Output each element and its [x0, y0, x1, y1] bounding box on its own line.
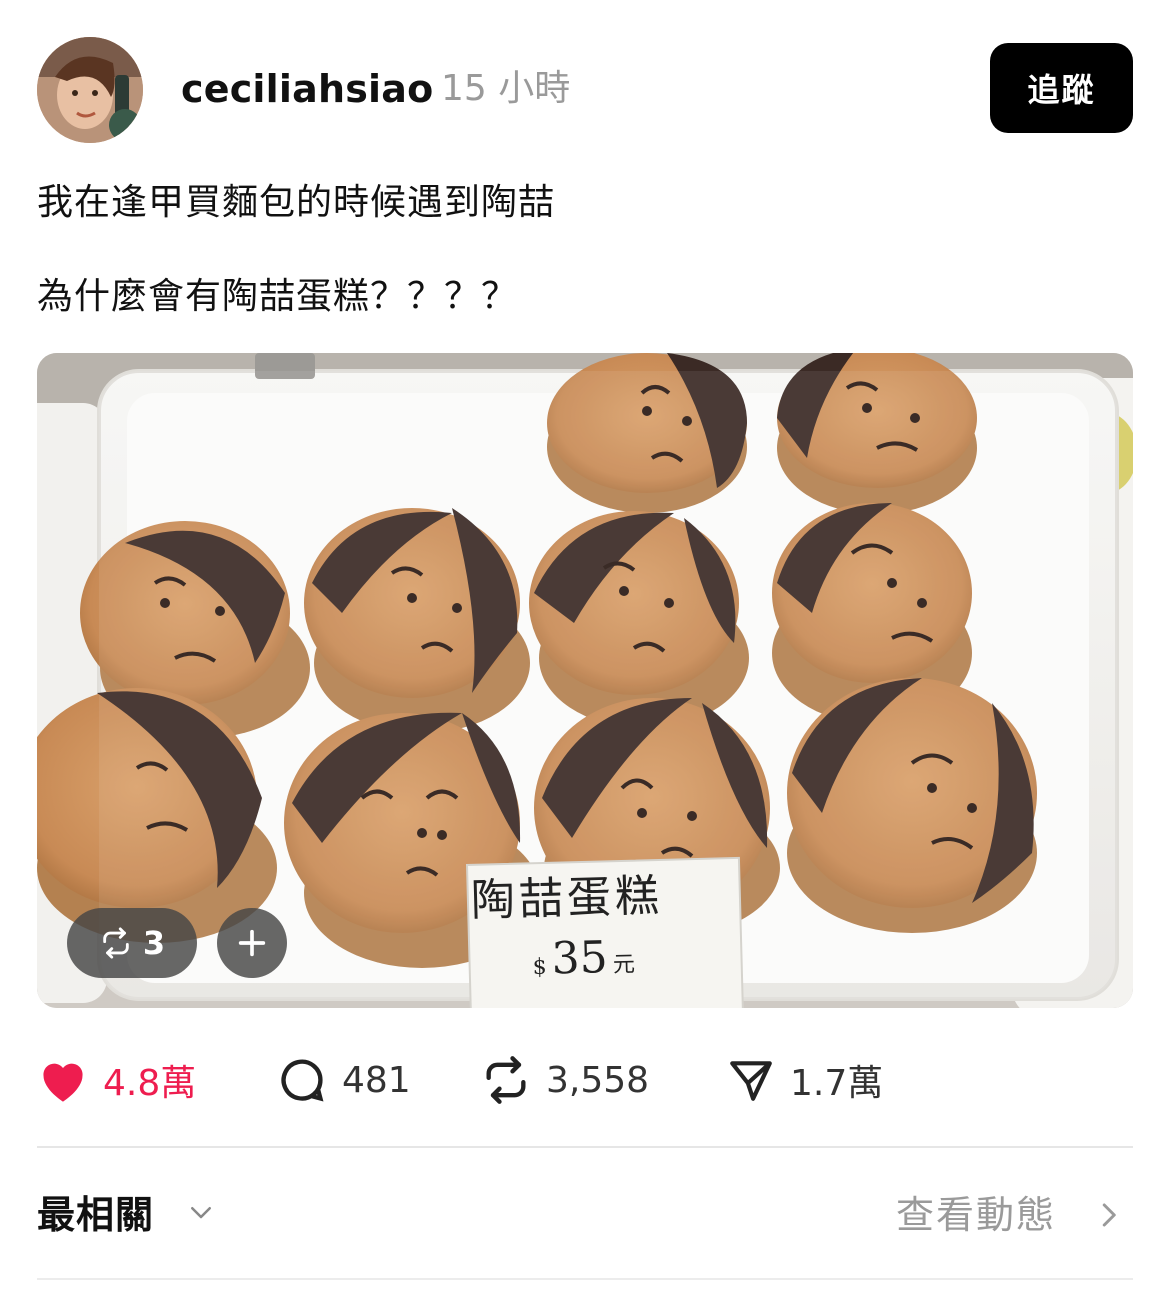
share-count: 1.7萬 — [790, 1063, 884, 1104]
post-text-line-2: 為什麼會有陶喆蛋糕？？？？ — [37, 276, 519, 317]
plus-icon — [235, 926, 269, 960]
comment-icon — [276, 1054, 328, 1106]
avatar[interactable] — [37, 37, 143, 143]
share-button[interactable]: 1.7萬 — [726, 1050, 883, 1110]
sign-title: 陶喆蛋糕 — [470, 870, 664, 927]
sort-dropdown-label[interactable]: 最相關 — [37, 1188, 154, 1242]
sign-price: 35 — [550, 931, 609, 985]
view-activity-link[interactable]: 查看動態 — [896, 1188, 1056, 1242]
repost-badge[interactable]: 3 — [67, 908, 197, 978]
repost-badge-count: 3 — [142, 924, 166, 962]
post-text-line-1: 我在逢甲買麵包的時候遇到陶喆 — [37, 182, 556, 223]
divider — [37, 1278, 1133, 1280]
repost-count: 3,558 — [546, 1059, 650, 1101]
sign-unit: 元 — [612, 952, 636, 978]
comment-button[interactable]: 481 — [276, 1050, 411, 1110]
comment-count: 481 — [342, 1059, 411, 1101]
repost-icon — [480, 1054, 532, 1106]
heart-icon — [37, 1056, 89, 1104]
chevron-down-icon[interactable] — [186, 1197, 216, 1231]
follow-button[interactable]: 追蹤 — [990, 43, 1133, 133]
username[interactable]: ceciliahsiao — [181, 64, 433, 114]
sign-currency: $ — [532, 954, 548, 980]
divider — [37, 1146, 1133, 1148]
like-count: 4.8萬 — [103, 1063, 197, 1104]
price-sign: 陶喆蛋糕 $ 35 元 — [470, 864, 744, 1011]
like-button[interactable]: 4.8萬 — [37, 1050, 196, 1110]
repost-button[interactable]: 3,558 — [480, 1050, 649, 1110]
post-timestamp: 15 小時 — [441, 68, 571, 109]
chevron-right-icon[interactable] — [1093, 1198, 1123, 1236]
repost-icon — [99, 926, 133, 960]
share-icon — [726, 1055, 776, 1105]
add-button[interactable] — [217, 908, 287, 978]
